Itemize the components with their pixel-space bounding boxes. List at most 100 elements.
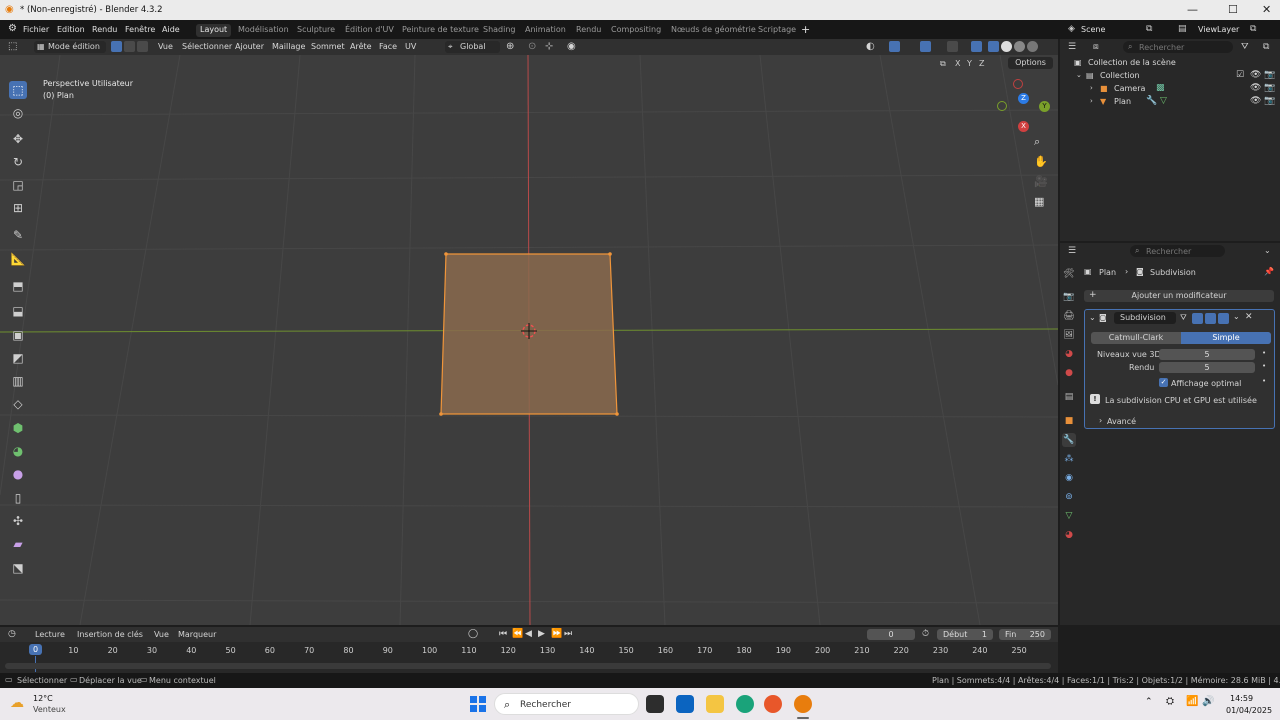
menu-vue[interactable]: Vue [158, 42, 173, 51]
ortho-grid-icon[interactable]: ▦ [1034, 195, 1044, 208]
menu-selectionner[interactable]: Sélectionner [182, 42, 232, 51]
mirror-z-button[interactable]: Z [979, 59, 984, 68]
menu-marqueur[interactable]: Marqueur [178, 630, 216, 639]
jump-keyframe-back-icon[interactable]: ⏪ [512, 629, 523, 639]
scene-tab-icon[interactable]: ◕ [1062, 347, 1076, 361]
keyframe-dot-icon[interactable]: • [1262, 349, 1266, 357]
3d-viewport[interactable]: Perspective Utilisateur (0) Plan ⬚ ◎ ✥ ↻… [0, 55, 1058, 625]
start-frame-field[interactable]: Début 1 [937, 629, 993, 640]
properties-editor-icon[interactable]: ☰ [1068, 246, 1076, 256]
inset-tool-icon[interactable]: ▣ [9, 326, 27, 344]
physics-tab-icon[interactable]: ◉ [1062, 471, 1076, 485]
rendered-shading-icon[interactable] [1014, 41, 1025, 52]
display-mode-icon[interactable]: ⧈ [1093, 42, 1099, 52]
tab-peinture-texture[interactable]: Peinture de texture [398, 24, 483, 37]
advanced-section-label[interactable]: Avancé [1107, 417, 1136, 426]
snap-target-icon[interactable]: ⊹ [545, 41, 553, 52]
scene-selector[interactable]: Scene [1081, 25, 1105, 34]
file-explorer-icon[interactable] [706, 695, 724, 713]
tab-scriptage[interactable]: Scriptage [754, 24, 800, 37]
world-tab-icon[interactable]: ● [1062, 366, 1076, 380]
render-tab-icon[interactable]: 📷 [1062, 290, 1076, 304]
menu-arete[interactable]: Arête [350, 42, 372, 51]
tab-layout[interactable]: Layout [196, 24, 232, 37]
shear-tool-icon[interactable]: ▰ [9, 535, 27, 553]
on-cage-toggle-icon[interactable] [1192, 313, 1203, 324]
filter-icon[interactable]: ⛛ [1241, 42, 1249, 52]
transform-tool-icon[interactable]: ⊞ [9, 199, 27, 217]
show-hidden-icons-icon[interactable]: ⌃ [1145, 697, 1153, 707]
collection-checkbox-icon[interactable]: ☑ [1236, 70, 1244, 80]
chevron-down-icon[interactable]: ⌄ [1264, 246, 1271, 255]
orientation-dropdown[interactable]: ⌖ Global [445, 41, 500, 53]
close-button[interactable]: ✕ [1262, 3, 1271, 16]
pivot-icon[interactable]: ⊕ [506, 41, 514, 52]
vertex-select-icon[interactable] [111, 41, 122, 52]
rotate-tool-icon[interactable]: ↻ [9, 153, 27, 171]
bevel-tool-icon[interactable]: ◩ [9, 349, 27, 367]
plan-render-icon[interactable]: 📷 [1264, 96, 1275, 106]
edge-select-icon[interactable] [124, 41, 135, 52]
measure-tool-icon[interactable]: 📐 [9, 250, 27, 268]
edge-slide-tool-icon[interactable]: ▯ [9, 489, 27, 507]
navigation-gizmo[interactable]: Z Y X [995, 77, 1055, 137]
render-toggle-icon[interactable] [1218, 313, 1229, 324]
options-dropdown[interactable]: Options [1008, 57, 1053, 69]
stopwatch-icon[interactable]: ⏱ [922, 629, 929, 639]
gizmo-toggle-icon[interactable] [889, 41, 900, 52]
jump-keyframe-forward-icon[interactable]: ⏩ [551, 629, 562, 639]
viewlayer-selector[interactable]: ViewLayer [1198, 25, 1239, 34]
pin-icon[interactable]: 📌 [1264, 267, 1274, 276]
move-tool-icon[interactable]: ✥ [9, 130, 27, 148]
firefox-icon[interactable] [764, 695, 782, 713]
gizmo-neg-z-icon[interactable] [1013, 79, 1023, 89]
proportional-edit-icon[interactable]: ◉ [567, 41, 576, 52]
object-tab-icon[interactable]: ■ [1062, 414, 1076, 428]
new-scene-icon[interactable]: ⧉ [1146, 24, 1152, 34]
modifier-name-field[interactable]: Subdivision [1114, 312, 1176, 324]
data-tab-icon[interactable]: ▽ [1062, 509, 1076, 523]
timeline-editor-icon[interactable]: ◷ [8, 629, 16, 639]
outlook-icon[interactable] [676, 695, 694, 713]
task-view-icon[interactable] [646, 695, 664, 713]
menu-vue-timeline[interactable]: Vue [154, 630, 169, 639]
outliner-item-plan[interactable]: › ▼ Plan 🔧 ▽ 👁 📷 [1060, 96, 1280, 109]
network-status-icon[interactable]: ⛭ [1166, 696, 1174, 707]
modifier-tab-icon[interactable]: 🔧 [1062, 433, 1076, 447]
wifi-icon[interactable]: 📶 [1186, 696, 1198, 707]
catmull-clark-option[interactable]: Catmull-Clark [1091, 332, 1181, 344]
collection-row[interactable]: ⌄ ▤ Collection ☑ 👁 📷 [1060, 70, 1280, 83]
weather-icon[interactable]: ☁ [10, 695, 24, 711]
collection-eye-icon[interactable]: 👁 [1250, 70, 1261, 80]
add-workspace-button[interactable]: + [801, 23, 810, 36]
tab-shading[interactable]: Shading [479, 24, 520, 37]
loop-cut-tool-icon[interactable]: ▥ [9, 372, 27, 390]
editor-type-icon[interactable]: ⬚ [8, 41, 17, 52]
maximize-button[interactable]: ☐ [1228, 3, 1238, 16]
clock-time[interactable]: 14:59 [1230, 694, 1253, 703]
mode-dropdown[interactable]: ▦ Mode édition [34, 41, 106, 53]
menu-face[interactable]: Face [379, 42, 397, 51]
material-tab-icon[interactable]: ◕ [1062, 528, 1076, 542]
tool-tab-icon[interactable]: 🛠 [1062, 267, 1076, 281]
play-icon[interactable]: ▶ [538, 629, 545, 639]
annotate-tool-icon[interactable]: ✎ [9, 226, 27, 244]
add-modifier-button[interactable]: + Ajouter un modificateur [1084, 290, 1274, 302]
expand-icon[interactable]: › [1099, 416, 1102, 425]
tab-sculpture[interactable]: Sculpture [293, 24, 339, 37]
menu-lecture[interactable]: Lecture [35, 630, 65, 639]
collection-camera-icon[interactable]: 📷 [1264, 70, 1275, 80]
solid-shading-icon[interactable] [988, 41, 999, 52]
new-viewlayer-icon[interactable]: ⧉ [1250, 24, 1256, 34]
blender-menu-icon[interactable]: ⚙ [8, 23, 17, 34]
camera-view-icon[interactable]: 🎥 [1034, 175, 1048, 188]
smooth-tool-icon[interactable]: ● [9, 465, 27, 483]
particles-tab-icon[interactable]: ⁂ [1062, 452, 1076, 466]
select-box-tool-icon[interactable]: ⬚ [9, 81, 27, 99]
menu-uv[interactable]: UV [405, 42, 416, 51]
outliner-item-camera[interactable]: › ■ Camera ▩ 👁 📷 [1060, 83, 1280, 96]
menu-sommet[interactable]: Sommet [311, 42, 345, 51]
edit-mode-toggle-icon[interactable]: ⛛ [1180, 313, 1187, 323]
tab-modelisation[interactable]: Modélisation [234, 24, 293, 37]
visibility-icon[interactable]: ◐ [866, 41, 875, 52]
